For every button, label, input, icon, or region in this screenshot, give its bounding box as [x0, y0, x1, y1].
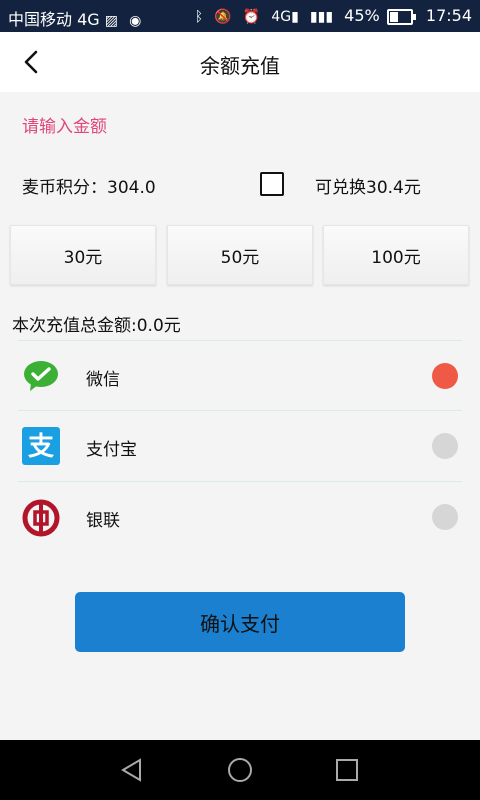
page-title: 余额充值 — [200, 54, 280, 78]
exchange-label: 可兑换30.4元 — [315, 178, 421, 198]
radio-wechat[interactable] — [432, 363, 458, 389]
payment-label-unionpay: 银联 — [86, 511, 120, 531]
points-label: 麦币积分：304.0 — [22, 178, 156, 198]
wechat-icon — [22, 357, 60, 395]
confirm-pay-button[interactable]: 确认支付 — [75, 592, 405, 652]
payment-option-alipay[interactable]: 支 支付宝 — [0, 411, 480, 481]
mute-icon: 🔕 — [214, 8, 232, 25]
network-4g-icon: 4G▮ — [271, 8, 299, 25]
payment-label-wechat: 微信 — [86, 370, 120, 390]
app-bar: 余额充值 — [0, 32, 480, 92]
carrier-label: 中国移动 4G — [8, 10, 100, 29]
nav-back-icon[interactable] — [118, 756, 146, 784]
battery-icon — [386, 8, 416, 25]
signal-broadcast-icon: ◉ — [129, 12, 142, 29]
exchange-points-checkbox[interactable] — [260, 172, 284, 196]
nav-recent-icon[interactable] — [333, 756, 361, 784]
payment-option-unionpay[interactable]: 银联 — [0, 482, 480, 552]
status-left: 中国移动 4G ▨ ◉ — [8, 6, 147, 30]
status-bar: 中国移动 4G ▨ ◉ ᛒ 🔕 ⏰ 4G▮ ▮▮▮ 45% 17:54 — [0, 0, 480, 32]
image-icon: ▨ — [104, 12, 118, 29]
radio-alipay[interactable] — [432, 433, 458, 459]
total-amount: 本次充值总金额:0.0元 — [12, 316, 181, 336]
radio-unionpay[interactable] — [432, 504, 458, 530]
clock: 17:54 — [425, 6, 472, 25]
unionpay-icon — [22, 499, 60, 537]
bluetooth-icon: ᛒ — [194, 8, 204, 25]
payment-label-alipay: 支付宝 — [86, 440, 137, 460]
amount-button-100[interactable]: 100元 — [323, 225, 469, 285]
payment-option-wechat[interactable]: 微信 — [0, 341, 480, 411]
alipay-icon: 支 — [22, 427, 60, 465]
alarm-icon: ⏰ — [242, 8, 261, 25]
battery-percent: 45% — [344, 6, 380, 25]
amount-button-50[interactable]: 50元 — [167, 225, 313, 285]
svg-text:支: 支 — [28, 432, 54, 462]
signal-strength-icon: ▮▮▮ — [309, 8, 334, 25]
nav-home-icon[interactable] — [226, 756, 254, 784]
status-right: ᛒ 🔕 ⏰ 4G▮ ▮▮▮ 45% 17:54 — [195, 6, 472, 25]
amount-button-30[interactable]: 30元 — [10, 225, 156, 285]
navigation-bar — [0, 740, 480, 800]
amount-input[interactable]: 请输入金额 — [22, 112, 107, 137]
